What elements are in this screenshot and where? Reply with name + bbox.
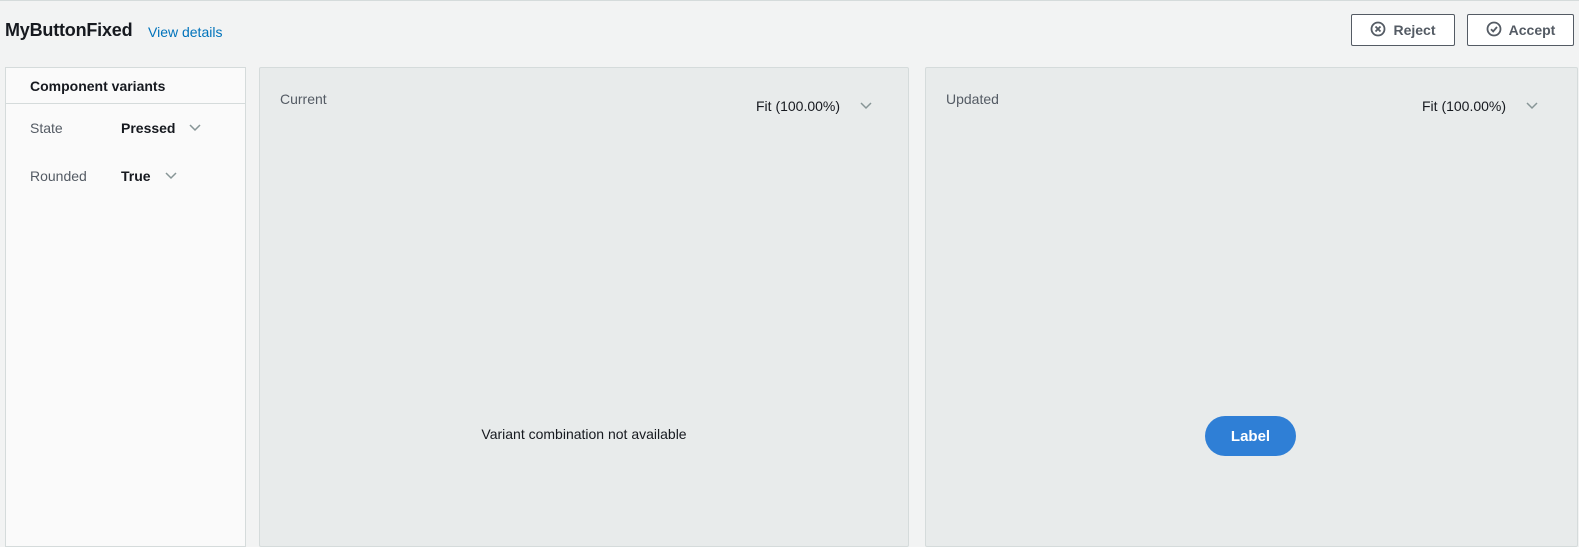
circle-x-icon xyxy=(1370,21,1393,40)
updated-preview-panel: Updated Fit (100.00%) Label xyxy=(925,67,1578,547)
preview-label-button[interactable]: Label xyxy=(1205,416,1296,456)
circle-check-icon xyxy=(1486,21,1509,40)
view-details-link[interactable]: View details xyxy=(148,24,222,40)
rounded-select-value: True xyxy=(121,168,151,184)
updated-zoom-value: Fit (100.00%) xyxy=(1422,98,1507,114)
state-select-value: Pressed xyxy=(121,120,176,136)
variant-label-state: State xyxy=(30,120,63,136)
component-variants-heading: Component variants xyxy=(6,68,245,104)
accept-button-label: Accept xyxy=(1508,22,1556,38)
current-panel-label: Current xyxy=(280,91,327,107)
chevron-down-icon xyxy=(189,124,202,132)
updated-zoom-select[interactable]: Fit (100.00%) xyxy=(1422,98,1538,114)
reject-button[interactable]: Reject xyxy=(1351,14,1455,46)
variant-unavailable-message: Variant combination not available xyxy=(481,426,687,442)
variant-label-rounded: Rounded xyxy=(30,168,87,184)
variant-row-rounded: Rounded True xyxy=(30,168,177,184)
state-select[interactable]: Pressed xyxy=(121,120,202,136)
chevron-down-icon xyxy=(860,102,872,110)
accept-button[interactable]: Accept xyxy=(1467,14,1574,46)
variant-row-state: State Pressed xyxy=(30,120,202,136)
current-zoom-select[interactable]: Fit (100.00%) xyxy=(756,98,872,114)
component-variants-panel: Component variants State Pressed Rounded… xyxy=(5,67,246,547)
updated-panel-label: Updated xyxy=(946,91,999,107)
rounded-select[interactable]: True xyxy=(121,168,177,184)
chevron-down-icon xyxy=(165,172,177,180)
reject-button-label: Reject xyxy=(1393,22,1436,38)
chevron-down-icon xyxy=(1526,102,1538,110)
current-preview-panel: Current Fit (100.00%) Variant combinatio… xyxy=(259,67,909,547)
current-zoom-value: Fit (100.00%) xyxy=(756,98,841,114)
page-title: MyButtonFixed xyxy=(5,20,133,40)
header: MyButtonFixed View details Reject Accept xyxy=(0,1,1579,63)
